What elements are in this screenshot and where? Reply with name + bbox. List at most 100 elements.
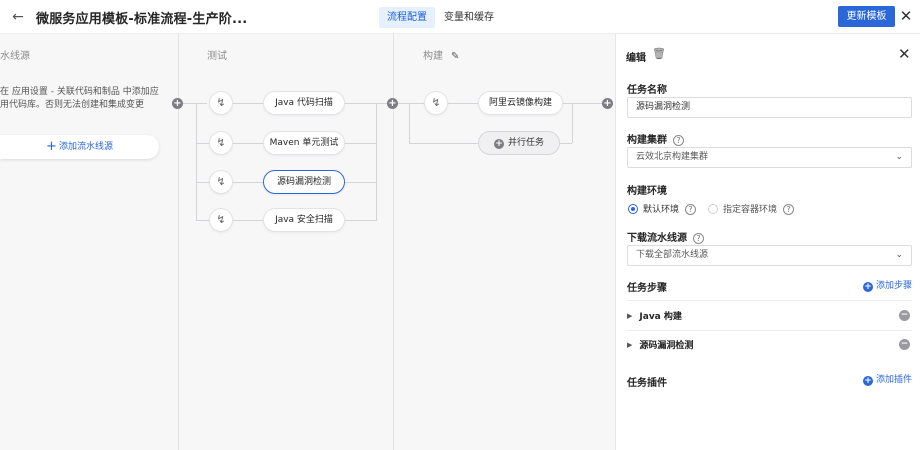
step-item-label: Java 构建 (639, 312, 682, 322)
connector-line (183, 103, 207, 104)
connector-line (196, 103, 197, 221)
step-item[interactable]: ▶ 源码漏洞检测 − (627, 335, 912, 355)
connector-line (233, 143, 263, 144)
stage-header-build: 构建 ✎ (423, 47, 459, 62)
page-title: 微服务应用模板-标准流程-生产阶... (36, 12, 248, 27)
connector-line (345, 103, 392, 104)
tab-pipeline-config[interactable]: 流程配置 (379, 7, 435, 28)
source-description-line: 用代码库。否则无法创建和集成变更 (0, 100, 145, 110)
caret-right-icon: ▶ (627, 341, 633, 349)
connector-line (196, 143, 210, 144)
stage-title-source: 水线源 (0, 51, 30, 62)
plus-circle-icon: + (863, 376, 873, 386)
stage-title-test: 测试 (207, 51, 227, 62)
plus-circle-icon: + (863, 282, 873, 292)
close-icon[interactable]: ✕ (898, 45, 911, 63)
radio-custom-container-env[interactable]: 指定容器环境? (708, 202, 795, 215)
edit-icon[interactable]: ✎ (451, 51, 459, 62)
plus-icon: + (46, 139, 57, 154)
stage-divider (393, 34, 394, 450)
lightning-icon[interactable]: ↯ (209, 208, 233, 232)
radio-default-env[interactable]: 默认环境? (628, 202, 697, 215)
trash-icon[interactable]: 🗑 (652, 47, 666, 60)
pipeline-canvas: 水线源 测试 构建 ✎ 在 应用设置 - 关联代码和制品 中添加应 用代码库。否则… (0, 34, 615, 450)
step-item-label: 源码漏洞检测 (639, 341, 694, 351)
job-source-vuln-scan[interactable]: 源码漏洞检测 (263, 170, 345, 194)
help-icon[interactable]: ? (693, 233, 704, 244)
job-aliyun-image-build[interactable]: 阿里云镜像构建 (478, 91, 563, 115)
remove-step-icon[interactable]: − (899, 339, 910, 350)
radio-default-env-label: 默认环境 (643, 205, 680, 215)
connector-line (560, 143, 572, 144)
job-java-code-scan[interactable]: Java 代码扫描 (263, 91, 345, 115)
connector-line (398, 103, 424, 104)
arrow-left-icon[interactable]: ← (8, 7, 28, 27)
connector-line (196, 220, 210, 221)
radio-custom-container-env-label: 指定容器环境 (723, 205, 778, 215)
build-cluster-label: 构建集群? (627, 131, 684, 146)
radio-checked-icon (628, 204, 638, 214)
add-stage-button[interactable]: + (387, 98, 398, 109)
plus-circle-icon: + (493, 139, 504, 149)
add-step-label: 添加步骤 (876, 281, 913, 291)
update-template-button[interactable]: 更新模板 (838, 6, 895, 27)
connector-line (345, 143, 376, 144)
source-description: 在 应用设置 - 关联代码和制品 中添加应 用代码库。否则无法创建和集成变更 (0, 86, 172, 112)
lightning-icon[interactable]: ↯ (209, 131, 233, 155)
build-env-label: 构建环境 (627, 186, 667, 197)
divider (627, 300, 912, 301)
task-steps-label: 任务步骤 (627, 283, 667, 294)
step-item[interactable]: ▶ Java 构建 − (627, 306, 912, 326)
connector-line (448, 103, 478, 104)
download-source-value: 下载全部流水线源 (636, 250, 709, 260)
stage-title-build: 构建 (423, 51, 443, 62)
caret-right-icon: ▶ (627, 312, 633, 320)
add-plugin-label: 添加插件 (876, 375, 913, 385)
download-source-select[interactable]: 下载全部流水线源 ⌄ (627, 245, 912, 266)
add-parallel-task-button[interactable]: + 并行任务 (478, 131, 560, 155)
chevron-down-icon: ⌄ (895, 152, 903, 162)
lightning-icon[interactable]: ↯ (424, 91, 448, 115)
add-stage-button[interactable]: + (602, 98, 613, 109)
top-bar: ← 微服务应用模板-标准流程-生产阶... 流程配置 变量和缓存 更新模板 ✕ (0, 0, 920, 34)
connector-line (572, 103, 573, 143)
connector-line (196, 182, 210, 183)
connector-line (376, 103, 377, 221)
connector-line (233, 182, 263, 183)
source-description-line: 在 应用设置 - 关联代码和制品 中添加应 (0, 87, 159, 97)
divider (627, 330, 912, 331)
help-icon[interactable]: ? (783, 204, 795, 215)
lightning-icon[interactable]: ↯ (209, 91, 233, 115)
build-cluster-select[interactable]: 云效北京构建集群 ⌄ (627, 147, 912, 168)
connector-line (233, 103, 263, 104)
add-step-button[interactable]: + 添加步骤 (863, 278, 912, 292)
job-maven-unit-test[interactable]: Maven 单元测试 (263, 131, 345, 155)
task-plugins-label: 任务插件 (627, 378, 667, 389)
add-pipeline-source-button[interactable]: + 添加流水线源 (0, 135, 159, 159)
chevron-down-icon: ⌄ (895, 250, 903, 260)
help-icon[interactable]: ? (685, 204, 697, 215)
lightning-icon[interactable]: ↯ (209, 170, 233, 194)
radio-unchecked-icon (708, 204, 718, 214)
download-source-label: 下载流水线源? (627, 229, 704, 244)
close-icon[interactable]: ✕ (898, 6, 914, 26)
remove-step-icon[interactable]: − (899, 310, 910, 321)
task-name-input[interactable]: 源码漏洞检测 (627, 97, 912, 118)
job-java-security-scan[interactable]: Java 安全扫描 (263, 208, 345, 232)
panel-title: 编辑 (626, 53, 646, 64)
connector-line (409, 103, 410, 143)
tab-variables-cache[interactable]: 变量和缓存 (436, 7, 502, 28)
stage-divider (178, 34, 179, 450)
help-icon[interactable]: ? (673, 135, 684, 146)
add-plugin-button[interactable]: + 添加插件 (863, 372, 912, 386)
build-cluster-value: 云效北京构建集群 (636, 152, 709, 162)
download-source-label-text: 下载流水线源 (627, 233, 687, 244)
connector-line (409, 143, 478, 144)
connector-line (345, 182, 376, 183)
connector-line (345, 220, 376, 221)
task-name-label: 任务名称 (627, 85, 667, 96)
connector-line (563, 103, 602, 104)
add-stage-button[interactable]: + (172, 98, 183, 109)
build-cluster-label-text: 构建集群 (627, 135, 667, 146)
connector-line (233, 220, 263, 221)
